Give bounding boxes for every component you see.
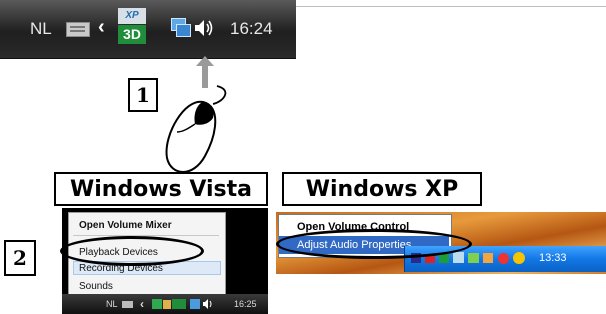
xp-tray-icon-5[interactable] xyxy=(468,253,479,263)
xp-tray-icon-7[interactable] xyxy=(498,253,509,264)
show-hidden-icons-chevron[interactable]: ‹ xyxy=(98,16,105,39)
xp-tray-icon-6[interactable] xyxy=(483,253,493,263)
menu-item-sounds[interactable]: Sounds xyxy=(79,281,113,292)
vista-network-icon[interactable] xyxy=(190,299,200,309)
highlight-ellipse-playback xyxy=(60,236,204,266)
xp-tray-icon-4[interactable] xyxy=(453,252,464,263)
network-icon[interactable] xyxy=(171,18,191,37)
step-2-badge: 2 xyxy=(4,240,36,276)
xpert-label-top: XP xyxy=(118,8,146,24)
divider-line xyxy=(296,6,606,7)
vista-chevron-icon[interactable]: ‹ xyxy=(140,297,144,311)
taskbar-clock[interactable]: 16:24 xyxy=(230,19,273,39)
highlight-ellipse-adjust-audio xyxy=(276,229,472,259)
vista-taskbar: NL ‹ 16:25 xyxy=(62,294,268,314)
heading-windows-vista: Windows Vista xyxy=(54,172,268,206)
mouse-icon xyxy=(165,85,227,173)
xp-clock[interactable]: 13:33 xyxy=(539,252,567,264)
language-indicator[interactable]: NL xyxy=(30,19,52,39)
speaker-icon[interactable] xyxy=(193,17,215,39)
vista-xpert-icon[interactable] xyxy=(172,299,186,309)
xp-tray-icon-8[interactable] xyxy=(513,252,525,264)
taskbar-top: NL ‹ XP 3D 16:24 xyxy=(0,0,296,59)
heading-windows-xp: Windows XP xyxy=(282,172,482,206)
keyboard-icon[interactable] xyxy=(66,22,90,37)
xpert-label-bottom: 3D xyxy=(118,25,146,44)
vista-keyboard-icon[interactable] xyxy=(122,301,133,308)
vista-language-indicator[interactable]: NL xyxy=(106,299,118,309)
vista-tray-yellow-icon[interactable] xyxy=(163,300,171,309)
vista-speaker-icon[interactable] xyxy=(202,298,214,310)
xpert-3d-icon[interactable]: XP 3D xyxy=(118,8,146,44)
vista-tray-green-icon[interactable] xyxy=(152,299,162,309)
menu-item-open-volume-mixer[interactable]: Open Volume Mixer xyxy=(79,220,172,231)
step-1-badge: 1 xyxy=(128,78,158,112)
vista-clock[interactable]: 16:25 xyxy=(234,299,257,309)
